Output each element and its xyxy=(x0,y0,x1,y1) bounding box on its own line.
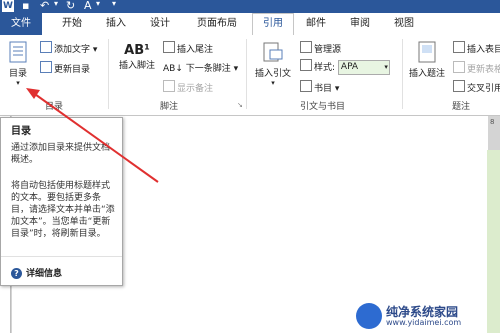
cross-reference-icon xyxy=(453,80,465,92)
style-dropdown-arrow-icon: ▾ xyxy=(384,63,388,71)
update-table-icon xyxy=(453,61,465,73)
save-icon[interactable]: ▪ xyxy=(22,0,29,12)
style-dropdown-value: APA xyxy=(340,62,359,72)
tab-design[interactable]: 设计 xyxy=(140,13,180,35)
tooltip-details: 将自动包括使用标题样式的文本。要包括更多条目，请选择文本并单击“添加文本”。当您… xyxy=(11,181,115,239)
tab-page-layout[interactable]: 页面布局 xyxy=(186,13,248,35)
font-color-dropdown-icon[interactable]: ▾ xyxy=(96,0,100,8)
table-figures-icon xyxy=(453,41,465,53)
watermark-url: www.yidaimei.com xyxy=(386,318,462,327)
tab-file[interactable]: 文件 xyxy=(0,13,42,35)
group-divider xyxy=(108,39,109,109)
next-footnote-icon: AB↓ xyxy=(163,64,186,74)
word-app-icon[interactable]: W xyxy=(2,0,14,12)
help-icon: ? xyxy=(11,268,22,279)
ribbon-tabs: 文件 开始 插入 设计 页面布局 引用 邮件 审阅 视图 xyxy=(0,13,500,37)
caption-group-label: 题注 xyxy=(452,102,471,112)
insert-endnote-label: 插入尾注 xyxy=(177,45,214,55)
tooltip-divider xyxy=(1,256,122,257)
update-toc-icon xyxy=(40,61,52,73)
toc-button[interactable]: 目录 ▾ xyxy=(2,41,34,87)
tab-review[interactable]: 审阅 xyxy=(340,13,380,35)
style-dropdown[interactable]: APA ▾ xyxy=(337,60,390,75)
ruler-number: 8 xyxy=(490,118,495,126)
manage-sources-icon xyxy=(300,41,312,53)
manage-sources-label: 管理源 xyxy=(314,45,342,55)
insert-caption-button[interactable]: 插入题注 xyxy=(405,41,449,79)
toc-icon xyxy=(9,41,27,63)
redo-icon[interactable]: ↻ xyxy=(66,0,75,12)
footnote-dialog-launcher-icon[interactable]: ↘ xyxy=(237,101,243,109)
tab-insert[interactable]: 插入 xyxy=(96,13,136,35)
update-toc-button[interactable]: 更新目录 xyxy=(40,61,90,75)
group-divider xyxy=(246,39,247,109)
next-footnote-label: 下一条脚注 xyxy=(185,64,231,74)
cross-reference-label: 交叉引用 xyxy=(467,84,500,94)
group-divider xyxy=(402,39,403,109)
tab-view[interactable]: 视图 xyxy=(384,13,424,35)
add-text-button[interactable]: 添加文字 ▾ xyxy=(40,41,97,55)
citation-group-label: 引文与书目 xyxy=(300,102,346,112)
insert-caption-label: 插入题注 xyxy=(408,69,445,79)
add-text-label: 添加文字 xyxy=(54,45,91,55)
style-icon xyxy=(300,59,312,71)
tooltip-description: 通过添加目录来提供文档概述。 xyxy=(11,143,111,165)
citation-dropdown-icon: ▾ xyxy=(271,79,275,87)
more-info-label: 详细信息 xyxy=(26,269,63,279)
show-notes-icon xyxy=(163,80,175,92)
bibliography-button[interactable]: 书目 ▾ xyxy=(300,80,339,94)
tooltip-title: 目录 xyxy=(11,126,31,137)
footnote-group-label: 脚注 xyxy=(160,102,179,112)
footnote-icon: AB¹ xyxy=(124,43,150,58)
cross-reference-button[interactable]: 交叉引用 xyxy=(453,80,500,94)
manage-sources-button[interactable]: 管理源 xyxy=(300,41,341,55)
update-table-button[interactable]: 更新表格 xyxy=(453,61,500,75)
tab-mailings[interactable]: 邮件 xyxy=(296,13,336,35)
customize-qat-icon[interactable]: ▾ xyxy=(112,0,116,8)
insert-citation-button[interactable]: 插入引文 ▾ xyxy=(250,41,296,87)
tab-references[interactable]: 引用 xyxy=(252,13,294,37)
undo-dropdown-icon[interactable]: ▾ xyxy=(54,0,58,8)
watermark-logo-icon xyxy=(356,303,382,329)
insert-table-figures-label: 插入表目 xyxy=(467,45,500,55)
toc-dropdown-icon: ▾ xyxy=(16,79,20,87)
caption-icon xyxy=(418,41,436,63)
toc-group-label: 目录 xyxy=(45,102,64,112)
insert-table-figures-button[interactable]: 插入表目 xyxy=(453,41,500,55)
toc-button-label: 目录 xyxy=(8,69,27,79)
ribbon: 目录 ▾ 添加文字 ▾ 更新目录 目录 AB¹ 插入脚注 插入尾注 AB↓ 下一… xyxy=(0,35,500,116)
more-info-link[interactable]: ? 详细信息 xyxy=(11,266,62,279)
endnote-icon xyxy=(163,41,175,53)
style-selector: 样式: APA ▾ xyxy=(300,59,390,75)
update-table-label: 更新表格 xyxy=(467,65,500,75)
bibliography-label: 书目 xyxy=(314,84,333,94)
insert-footnote-button[interactable]: AB¹ 插入脚注 xyxy=(114,43,160,71)
show-notes-button[interactable]: 显示备注 xyxy=(163,80,213,94)
next-footnote-button[interactable]: AB↓ 下一条脚注 ▾ xyxy=(163,61,238,74)
tab-home[interactable]: 开始 xyxy=(52,13,92,35)
style-label: 样式: xyxy=(314,63,336,73)
citation-icon xyxy=(263,42,283,62)
undo-icon[interactable]: ↶ xyxy=(40,0,49,12)
site-watermark: 纯净系统家园 www.yidaimei.com xyxy=(356,303,496,329)
quick-access-toolbar: W ▪ ↶ ▾ ↻ A ▾ ▾ xyxy=(0,0,500,13)
insert-endnote-button[interactable]: 插入尾注 xyxy=(163,41,213,55)
show-notes-label: 显示备注 xyxy=(177,84,214,94)
toc-tooltip: 目录 通过添加目录来提供文档概述。 将自动包括使用标题样式的文本。要包括更多条目… xyxy=(0,117,123,286)
bibliography-icon xyxy=(300,80,312,92)
insert-footnote-label: 插入脚注 xyxy=(118,61,155,71)
update-toc-label: 更新目录 xyxy=(54,65,91,75)
font-color-icon[interactable]: A xyxy=(84,0,92,12)
insert-citation-label: 插入引文 xyxy=(254,69,291,79)
add-text-icon xyxy=(40,41,52,53)
